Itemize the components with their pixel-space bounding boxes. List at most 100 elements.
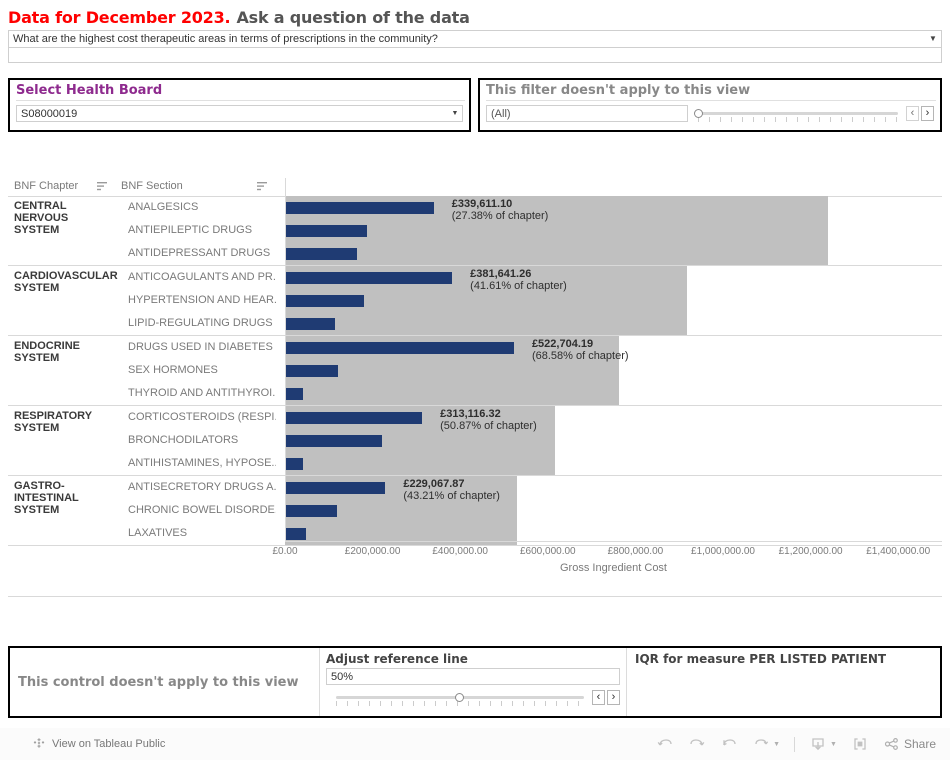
- section-label: BRONCHODILATORS: [128, 434, 239, 446]
- inapplicable-filter-caption: This filter doesn't apply to this view: [486, 83, 936, 101]
- x-axis-tick-label: £600,000.00: [519, 546, 576, 557]
- slider-thumb[interactable]: [694, 109, 703, 118]
- x-axis-tick-label: £1,400,000.00: [866, 546, 931, 557]
- refresh-icon[interactable]: ▼: [752, 736, 780, 752]
- column-header-bnf-section: BNF Section: [121, 180, 183, 192]
- x-axis: £0.00 £200,000.00 £400,000.00 £600,000.00 £8…: [272, 541, 942, 584]
- inapplicable-filter-value-box[interactable]: (All): [486, 105, 688, 122]
- inapplicable-filter-slider[interactable]: [690, 105, 902, 122]
- next-button[interactable]: ›: [607, 690, 620, 705]
- x-axis-tick-label: £800,000.00: [607, 546, 664, 557]
- viz-bottom-rule: [8, 596, 942, 597]
- section-label: THYROID AND ANTITHYROI..: [128, 387, 276, 399]
- slider-thumb[interactable]: [455, 693, 464, 702]
- chevron-down-icon[interactable]: ▼: [448, 110, 462, 117]
- inapplicable-filter-value: (All): [491, 107, 511, 120]
- inapplicable-filter-panel: This filter doesn't apply to this view (…: [478, 78, 942, 132]
- page-title-rest: Ask a question of the data: [236, 8, 470, 27]
- view-on-tableau-public-label: View on Tableau Public: [52, 738, 166, 750]
- share-button[interactable]: Share: [883, 736, 936, 752]
- x-axis-tick-label: £1,200,000.00: [778, 546, 843, 557]
- chevron-down-icon[interactable]: ▼: [830, 741, 837, 748]
- table-row[interactable]: THYROID AND ANTITHYROI..: [8, 382, 942, 405]
- tableau-footer-toolbar: View on Tableau Public ▼ ▼ Share: [0, 728, 950, 760]
- download-icon[interactable]: ▼: [809, 736, 837, 752]
- footer-tools: ▼ ▼ Share: [656, 736, 936, 752]
- toolbar-divider: [794, 736, 796, 752]
- bottom-controls-panel: This control doesn't apply to this view …: [8, 646, 942, 718]
- inapplicable-filter-body: (All) ‹ ›: [486, 105, 934, 122]
- chapter-group: RESPIRATORY SYSTEM £313,116.32 (50.87% of …: [8, 406, 942, 476]
- table-row[interactable]: SEX HORMONES: [8, 359, 942, 382]
- sort-descending-icon[interactable]: [257, 182, 267, 191]
- chapter-group: CENTRAL NERVOUS SYSTEM £339,611.10 (27.38%…: [8, 196, 942, 266]
- table-row[interactable]: DRUGS USED IN DIABETES: [8, 336, 942, 359]
- prev-button[interactable]: ‹: [592, 690, 605, 705]
- section-label: CHRONIC BOWEL DISORDE..: [128, 504, 276, 516]
- table-row[interactable]: ANTIEPILEPTIC DRUGS: [8, 219, 942, 242]
- fullscreen-icon[interactable]: [851, 736, 869, 752]
- chevron-down-icon[interactable]: ▼: [773, 741, 780, 748]
- inapplicable-filter-nav: ‹ ›: [906, 106, 934, 121]
- bar-chart-viz[interactable]: BNF Chapter BNF Section CENTRAL NERVOUS …: [8, 138, 942, 600]
- reference-line-slider-row: ‹ ›: [326, 689, 620, 706]
- table-row[interactable]: ANALGESICS: [8, 196, 942, 219]
- section-label: ANTIHISTAMINES, HYPOSE..: [128, 457, 276, 469]
- chevron-down-icon[interactable]: ▼: [925, 35, 941, 43]
- redo-icon[interactable]: [688, 736, 706, 752]
- chapter-group: ENDOCRINE SYSTEM £522,704.19 (68.58% of ch…: [8, 336, 942, 406]
- x-axis-tick-label: £400,000.00: [432, 546, 488, 557]
- table-row[interactable]: CHRONIC BOWEL DISORDE..: [8, 499, 942, 522]
- prev-button[interactable]: ‹: [906, 106, 919, 121]
- health-board-value: S08000019: [21, 107, 78, 120]
- view-on-tableau-public-link[interactable]: View on Tableau Public: [32, 736, 165, 753]
- health-board-filter-panel: Select Health Board S08000019 ▼: [8, 78, 471, 132]
- table-row[interactable]: ANTICOAGULANTS AND PR..: [8, 266, 942, 289]
- reference-line-caption: Adjust reference line: [326, 652, 468, 666]
- table-row[interactable]: CORTICOSTEROIDS (RESPI..: [8, 406, 942, 429]
- table-row[interactable]: ANTISECRETORY DRUGS A..: [8, 476, 942, 499]
- section-label: ANTISECRETORY DRUGS A..: [128, 481, 276, 493]
- table-row[interactable]: LIPID-REGULATING DRUGS: [8, 312, 942, 335]
- inapplicable-control-text: This control doesn't apply to this view: [18, 674, 299, 690]
- inapplicable-control-panel: This control doesn't apply to this view: [10, 648, 320, 716]
- table-row[interactable]: ANTIHISTAMINES, HYPOSE..: [8, 452, 942, 475]
- share-label: Share: [903, 737, 936, 751]
- x-axis-tick-label: £200,000.00: [344, 546, 401, 557]
- next-button[interactable]: ›: [921, 106, 934, 121]
- page-title-highlight: Data for December 2023.: [8, 8, 231, 27]
- table-row[interactable]: ANTIDEPRESSANT DRUGS: [8, 242, 942, 265]
- undo-icon[interactable]: [656, 736, 674, 752]
- section-label: ANTIDEPRESSANT DRUGS: [128, 247, 271, 259]
- x-axis-title: Gross Ingredient Cost: [560, 562, 667, 574]
- section-label: LIPID-REGULATING DRUGS: [128, 317, 273, 329]
- section-label: ANTIEPILEPTIC DRUGS: [128, 224, 253, 236]
- chapter-group: GASTRO-INTESTINAL SYSTEM £229,067.87 (43.2…: [8, 476, 942, 546]
- reference-line-input[interactable]: 50%: [326, 668, 620, 685]
- slider-track[interactable]: [698, 112, 898, 115]
- x-axis-tick-label: £1,000,000.00: [691, 546, 755, 557]
- slider-ticks: [698, 117, 898, 122]
- page-title: Data for December 2023. Ask a question o…: [8, 8, 942, 30]
- section-label: LAXATIVES: [128, 527, 188, 539]
- question-suggestion-area: [8, 48, 942, 63]
- section-label: ANTICOAGULANTS AND PR..: [128, 271, 276, 283]
- column-headers: BNF Chapter BNF Section: [8, 178, 942, 197]
- reference-line-slider[interactable]: [328, 689, 588, 706]
- iqr-caption: IQR for measure PER LISTED PATIENT: [635, 652, 887, 666]
- iqr-control: IQR for measure PER LISTED PATIENT: [627, 648, 940, 716]
- plot-axis-rule: [285, 178, 286, 541]
- chart-rows: CENTRAL NERVOUS SYSTEM £339,611.10 (27.38%…: [8, 196, 942, 546]
- question-combobox[interactable]: What are the highest cost therapeutic ar…: [8, 30, 942, 48]
- table-row[interactable]: BRONCHODILATORS: [8, 429, 942, 452]
- health-board-select[interactable]: S08000019 ▼: [16, 105, 463, 122]
- health-board-filter-body: S08000019 ▼: [16, 105, 463, 122]
- section-label: ANALGESICS: [128, 201, 199, 213]
- reference-line-control: Adjust reference line 50% ‹ ›: [320, 648, 627, 716]
- health-board-filter-caption: Select Health Board: [16, 83, 465, 101]
- sort-descending-icon[interactable]: [97, 182, 107, 191]
- revert-icon[interactable]: [720, 736, 738, 752]
- table-row[interactable]: HYPERTENSION AND HEAR..: [8, 289, 942, 312]
- question-value: What are the highest cost therapeutic ar…: [13, 33, 438, 45]
- section-label: SEX HORMONES: [128, 364, 218, 376]
